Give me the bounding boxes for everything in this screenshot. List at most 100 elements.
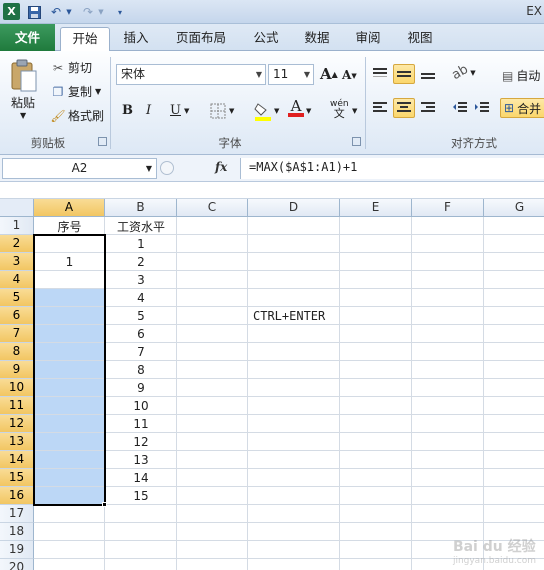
row-header-14[interactable]: 14 [0,451,34,469]
cell-b14[interactable]: 13 [105,451,177,469]
column-header-c[interactable]: C [177,199,248,217]
cell-b11[interactable]: 10 [105,397,177,415]
phonetic-dropdown-icon[interactable]: ▼ [352,107,357,115]
row-header-9[interactable]: 9 [0,361,34,379]
row-header-7[interactable]: 7 [0,325,34,343]
row-header-2[interactable]: 2 [0,235,34,253]
row-header-19[interactable]: 19 [0,541,34,559]
row-header-17[interactable]: 17 [0,505,34,523]
fx-icon[interactable]: fx [215,160,227,174]
tab-file[interactable]: 文件 [0,24,55,51]
paste-label[interactable]: 粘贴 [11,94,35,111]
column-header-b[interactable]: B [105,199,177,217]
clipboard-dialog-launcher-icon[interactable] [98,137,107,146]
align-center-button[interactable] [393,98,415,118]
column-header-f[interactable]: F [412,199,484,217]
cell-b10[interactable]: 9 [105,379,177,397]
row-header-10[interactable]: 10 [0,379,34,397]
redo-icon[interactable]: ↷ [80,3,96,21]
undo-icon[interactable]: ↶ [48,3,64,21]
cell-b7[interactable]: 6 [105,325,177,343]
cell-b5[interactable]: 4 [105,289,177,307]
cut-button[interactable]: ✂ 剪切 [50,59,92,76]
cell-d6[interactable]: CTRL+ENTER [253,307,393,325]
tab-home[interactable]: 开始 [60,27,110,51]
align-top-button[interactable] [372,67,388,81]
align-bottom-button[interactable] [420,67,436,81]
cell-b1[interactable]: 工资水平 [105,217,177,235]
row-header-8[interactable]: 8 [0,343,34,361]
row-header-3[interactable]: 3 [0,253,34,271]
cell-b4[interactable]: 3 [105,271,177,289]
name-box[interactable]: A2 ▼ [2,158,157,179]
tab-data[interactable]: 数据 [295,27,339,51]
cell-b12[interactable]: 11 [105,415,177,433]
select-all-button[interactable] [0,199,34,217]
font-color-button[interactable]: A [288,99,304,117]
fill-handle[interactable] [102,502,107,507]
row-header-4[interactable]: 4 [0,271,34,289]
format-painter-button[interactable]: 🖌 格式刷 [50,107,104,124]
tab-formulas[interactable]: 公式 [244,27,288,51]
bold-button[interactable]: B [122,103,133,118]
row-header-1[interactable]: 1 [0,217,34,235]
shrink-font-button[interactable]: A ▼ [342,68,357,82]
cell-b2[interactable]: 1 [105,235,177,253]
row-header-18[interactable]: 18 [0,523,34,541]
customize-toolbar-icon[interactable]: ▾ [114,3,126,21]
increase-indent-button[interactable] [474,101,490,115]
paste-button[interactable] [6,56,42,96]
align-right-button[interactable] [420,101,436,115]
cell-b9[interactable]: 8 [105,361,177,379]
column-header-g[interactable]: G [484,199,544,217]
italic-button[interactable]: I [146,103,151,118]
row-header-11[interactable]: 11 [0,397,34,415]
phonetic-button[interactable]: wén 文 [330,99,349,119]
underline-dropdown-icon[interactable]: ▼ [184,107,189,115]
font-size-select[interactable]: 11 ▼ [268,64,314,85]
paste-dropdown-icon[interactable]: ▼ [20,111,26,120]
borders-button[interactable]: ▼ [210,103,234,119]
row-header-5[interactable]: 5 [0,289,34,307]
decrease-indent-button[interactable] [452,101,468,115]
column-header-a[interactable]: A [34,199,105,217]
cell-b13[interactable]: 12 [105,433,177,451]
grow-font-button[interactable]: A ▲ [320,65,338,83]
tab-insert[interactable]: 插入 [114,27,158,51]
row-header-12[interactable]: 12 [0,415,34,433]
wrap-text-button[interactable]: ▤ 自动 [502,67,540,84]
cell-a1[interactable]: 序号 [34,217,105,235]
formula-input[interactable]: =MAX($A$1:A1)+1 [240,158,544,179]
font-color-dropdown-icon[interactable]: ▼ [306,107,311,115]
column-header-e[interactable]: E [340,199,412,217]
font-name-select[interactable]: 宋体 ▼ [116,64,266,85]
underline-button[interactable]: U [170,103,181,118]
undo-dropdown-icon[interactable]: ▼ [64,3,74,21]
row-header-16[interactable]: 16 [0,487,34,505]
column-header-d[interactable]: D [248,199,340,217]
copy-button[interactable]: ❐ 复制 ▼ [50,83,102,100]
align-middle-button[interactable] [393,64,415,84]
save-icon[interactable] [26,3,42,21]
merge-center-button[interactable]: ⊞ 合并 [500,98,544,118]
fill-color-button[interactable]: ▼ [254,101,279,121]
cell-b16[interactable]: 15 [105,487,177,505]
cell-b8[interactable]: 7 [105,343,177,361]
orientation-button[interactable]: ab ▼ [449,62,475,83]
cell-b3[interactable]: 2 [105,253,177,271]
font-dialog-launcher-icon[interactable] [352,137,361,146]
tab-page-layout[interactable]: 页面布局 [170,27,232,51]
row-header-6[interactable]: 6 [0,307,34,325]
copy-dropdown-icon[interactable]: ▼ [95,87,101,96]
tab-review[interactable]: 审阅 [346,27,390,51]
cell-b6[interactable]: 5 [105,307,177,325]
cell-b15[interactable]: 14 [105,469,177,487]
tab-view[interactable]: 视图 [398,27,442,51]
worksheet-grid[interactable]: A B C D E F G 1 2 3 4 5 6 7 8 9 10 11 12 13 14 15 16 17 18 19 20 序号… [0,199,544,570]
row-header-20[interactable]: 20 [0,559,34,570]
row-header-15[interactable]: 15 [0,469,34,487]
row-header-13[interactable]: 13 [0,433,34,451]
formula-bar-splitter-icon[interactable] [160,161,174,175]
align-left-button[interactable] [372,101,388,115]
redo-dropdown-icon[interactable]: ▼ [96,3,106,21]
